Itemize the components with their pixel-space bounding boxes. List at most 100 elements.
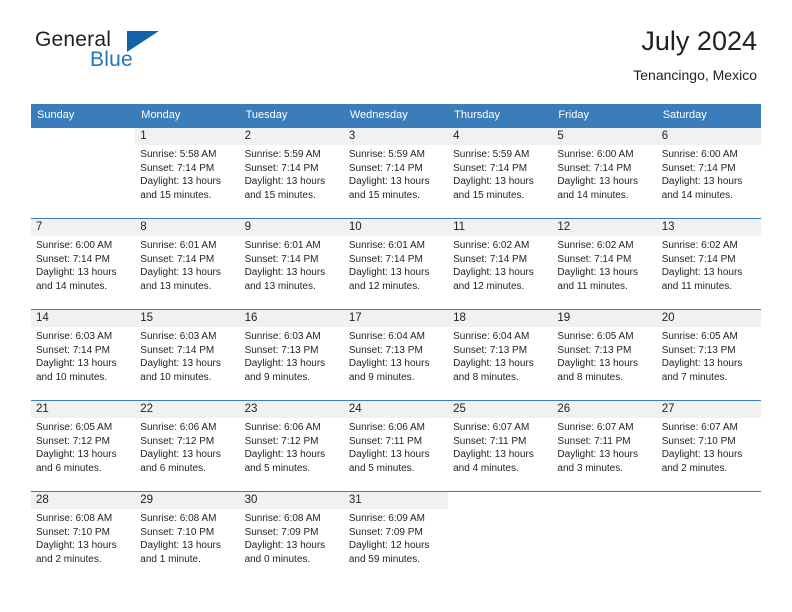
day-cell[interactable]: 8 Sunrise: 6:01 AM Sunset: 7:14 PM Daylight… — [135, 219, 240, 309]
day-cell[interactable]: 29 Sunrise: 6:08 AM Sunset: 7:10 PM Dayligh… — [135, 492, 240, 582]
sunset-text: Sunset: 7:14 PM — [557, 253, 632, 265]
day-details — [657, 509, 761, 512]
sunrise-text: Sunrise: 6:04 AM — [453, 331, 530, 342]
day-cell-inner: 8 Sunrise: 6:01 AM Sunset: 7:14 PM Daylight… — [135, 219, 240, 309]
day-details — [552, 509, 656, 512]
daylight-text: and 10 minutes. — [36, 371, 108, 383]
day-cell[interactable]: 10 Sunrise: 6:01 AM Sunset: 7:14 PM Dayligh… — [343, 219, 449, 309]
daylight-text: Daylight: 13 hours — [661, 358, 743, 369]
day-cell-inner: 10 Sunrise: 6:01 AM Sunset: 7:14 PM Dayligh… — [343, 219, 449, 309]
calendar-page: General Blue July 2024 Tenancingo, Mexic… — [0, 0, 792, 612]
daylight-text: Daylight: 13 hours — [453, 358, 534, 369]
sunset-text: Sunset: 7:14 PM — [661, 253, 736, 265]
day-cell-inner: 13 Sunrise: 6:02 AM Sunset: 7:14 PM Dayligh… — [656, 219, 761, 309]
day-cell[interactable]: 11 Sunrise: 6:02 AM Sunset: 7:14 PM Dayligh… — [448, 219, 553, 309]
day-details: Sunrise: 6:07 AM Sunset: 7:11 PM Daylight:… — [552, 418, 656, 475]
daylight-text: Daylight: 12 hours — [348, 540, 430, 551]
day-cell[interactable]: 21 Sunrise: 6:05 AM Sunset: 7:12 PM Dayligh… — [31, 401, 136, 491]
day-cell[interactable]: 5 Sunrise: 6:00 AM Sunset: 7:14 PM Daylight… — [552, 128, 657, 218]
sunset-text: Sunset: 7:13 PM — [557, 344, 632, 356]
daylight-text: Daylight: 13 hours — [348, 267, 430, 278]
day-cell-inner — [31, 128, 136, 218]
day-number: 3 — [343, 128, 449, 145]
day-cell[interactable]: 9 Sunrise: 6:01 AM Sunset: 7:14 PM Daylight… — [239, 219, 344, 309]
sunset-text: Sunset: 7:10 PM — [661, 435, 736, 447]
sunset-text: Sunset: 7:14 PM — [36, 253, 110, 265]
day-cell[interactable]: 22 Sunrise: 6:06 AM Sunset: 7:12 PM Dayligh… — [135, 401, 240, 491]
day-cell[interactable]: 16 Sunrise: 6:03 AM Sunset: 7:13 PM Dayligh… — [239, 310, 344, 400]
day-cell[interactable]: 19 Sunrise: 6:05 AM Sunset: 7:13 PM Dayligh… — [552, 310, 657, 400]
daylight-text: and 59 minutes. — [348, 553, 421, 565]
day-cell[interactable]: 24 Sunrise: 6:06 AM Sunset: 7:11 PM Dayligh… — [343, 401, 449, 491]
day-details: Sunrise: 6:03 AM Sunset: 7:14 PM Daylight:… — [135, 327, 239, 384]
day-number: 27 — [656, 401, 761, 418]
day-cell[interactable]: 17 Sunrise: 6:04 AM Sunset: 7:13 PM Dayligh… — [343, 310, 449, 400]
daylight-text: Daylight: 13 hours — [140, 449, 221, 460]
day-cell[interactable]: 23 Sunrise: 6:06 AM Sunset: 7:12 PM Dayligh… — [239, 401, 344, 491]
day-details — [31, 145, 135, 148]
day-cell[interactable]: 12 Sunrise: 6:02 AM Sunset: 7:14 PM Dayligh… — [552, 219, 657, 309]
day-cell[interactable]: 13 Sunrise: 6:02 AM Sunset: 7:14 PM Dayligh… — [656, 219, 761, 309]
calendar-week-row: 7 Sunrise: 6:00 AM Sunset: 7:14 PM Daylight… — [31, 219, 761, 309]
daylight-text: Daylight: 13 hours — [36, 267, 117, 278]
day-cell-inner: 9 Sunrise: 6:01 AM Sunset: 7:14 PM Daylight… — [239, 219, 344, 309]
title-block: July 2024 Tenancingo, Mexico — [633, 24, 757, 85]
day-cell-inner: 19 Sunrise: 6:05 AM Sunset: 7:13 PM Dayligh… — [552, 310, 657, 400]
day-number: 16 — [239, 310, 344, 327]
daylight-text: Daylight: 13 hours — [453, 267, 534, 278]
day-cell[interactable]: 18 Sunrise: 6:04 AM Sunset: 7:13 PM Dayligh… — [448, 310, 553, 400]
day-cell[interactable]: 15 Sunrise: 6:03 AM Sunset: 7:14 PM Dayligh… — [135, 310, 240, 400]
daylight-text: and 14 minutes. — [661, 189, 733, 201]
day-cell[interactable]: 28 Sunrise: 6:08 AM Sunset: 7:10 PM Dayligh… — [31, 492, 136, 582]
daylight-text: and 8 minutes. — [557, 371, 624, 383]
daylight-text: and 1 minute. — [140, 553, 201, 565]
day-cell-inner: 15 Sunrise: 6:03 AM Sunset: 7:14 PM Dayligh… — [135, 310, 240, 400]
weekday-header-wednesday: Wednesday — [343, 104, 449, 128]
day-number: 7 — [31, 219, 136, 236]
day-details: Sunrise: 6:03 AM Sunset: 7:14 PM Daylight:… — [31, 327, 135, 384]
sunrise-text: Sunrise: 6:08 AM — [36, 513, 113, 524]
daylight-text: and 15 minutes. — [140, 189, 212, 201]
day-cell-empty — [448, 492, 553, 582]
day-cell-inner: 14 Sunrise: 6:03 AM Sunset: 7:14 PM Dayligh… — [31, 310, 136, 400]
sunrise-text: Sunrise: 6:00 AM — [557, 149, 634, 160]
day-cell-inner: 26 Sunrise: 6:07 AM Sunset: 7:11 PM Dayligh… — [552, 401, 657, 491]
day-cell[interactable]: 3 Sunrise: 5:59 AM Sunset: 7:14 PM Daylight… — [343, 128, 449, 218]
day-cell[interactable]: 27 Sunrise: 6:07 AM Sunset: 7:10 PM Dayligh… — [656, 401, 761, 491]
calendar-week-row: 21 Sunrise: 6:05 AM Sunset: 7:12 PM Dayligh… — [31, 401, 761, 491]
calendar-grid: Sunday Monday Tuesday Wednesday Thursday… — [31, 104, 761, 582]
sunset-text: Sunset: 7:14 PM — [348, 253, 423, 265]
day-details: Sunrise: 6:01 AM Sunset: 7:14 PM Daylight:… — [240, 236, 344, 293]
sunrise-text: Sunrise: 6:03 AM — [140, 331, 217, 342]
sunrise-text: Sunrise: 6:09 AM — [348, 513, 425, 524]
day-number: 31 — [343, 492, 449, 509]
day-cell[interactable]: 20 Sunrise: 6:05 AM Sunset: 7:13 PM Dayligh… — [656, 310, 761, 400]
day-details: Sunrise: 6:02 AM Sunset: 7:14 PM Daylight:… — [552, 236, 656, 293]
sunrise-text: Sunrise: 6:06 AM — [348, 422, 425, 433]
day-cell[interactable]: 25 Sunrise: 6:07 AM Sunset: 7:11 PM Dayligh… — [448, 401, 553, 491]
day-number: 5 — [552, 128, 657, 145]
day-details: Sunrise: 6:00 AM Sunset: 7:14 PM Daylight:… — [552, 145, 656, 202]
day-cell[interactable]: 31 Sunrise: 6:09 AM Sunset: 7:09 PM Dayligh… — [343, 492, 449, 582]
day-details: Sunrise: 6:03 AM Sunset: 7:13 PM Daylight:… — [240, 327, 344, 384]
daylight-text: and 9 minutes. — [244, 371, 311, 383]
day-cell[interactable]: 6 Sunrise: 6:00 AM Sunset: 7:14 PM Daylight… — [656, 128, 761, 218]
day-details: Sunrise: 6:07 AM Sunset: 7:11 PM Daylight:… — [448, 418, 552, 475]
daylight-text: Daylight: 13 hours — [244, 449, 326, 460]
day-cell[interactable]: 1 Sunrise: 5:58 AM Sunset: 7:14 PM Daylight… — [135, 128, 240, 218]
day-details: Sunrise: 6:01 AM Sunset: 7:14 PM Daylight:… — [344, 236, 448, 293]
day-cell[interactable]: 26 Sunrise: 6:07 AM Sunset: 7:11 PM Dayligh… — [552, 401, 657, 491]
sunrise-text: Sunrise: 6:01 AM — [244, 240, 321, 251]
day-cell-empty — [552, 492, 657, 582]
day-cell[interactable]: 14 Sunrise: 6:03 AM Sunset: 7:14 PM Dayligh… — [31, 310, 136, 400]
daylight-text: and 13 minutes. — [244, 280, 316, 292]
day-cell[interactable]: 30 Sunrise: 6:08 AM Sunset: 7:09 PM Dayligh… — [239, 492, 344, 582]
day-number: 22 — [135, 401, 240, 418]
day-cell[interactable]: 4 Sunrise: 5:59 AM Sunset: 7:14 PM Daylight… — [448, 128, 553, 218]
day-cell[interactable]: 2 Sunrise: 5:59 AM Sunset: 7:14 PM Daylight… — [239, 128, 344, 218]
daylight-text: Daylight: 13 hours — [557, 176, 639, 187]
day-cell[interactable]: 7 Sunrise: 6:00 AM Sunset: 7:14 PM Daylight… — [31, 219, 136, 309]
calendar-header-row: Sunday Monday Tuesday Wednesday Thursday… — [31, 104, 761, 128]
day-cell-inner: 30 Sunrise: 6:08 AM Sunset: 7:09 PM Dayligh… — [239, 492, 344, 582]
brand-logo[interactable]: General Blue — [35, 28, 255, 90]
